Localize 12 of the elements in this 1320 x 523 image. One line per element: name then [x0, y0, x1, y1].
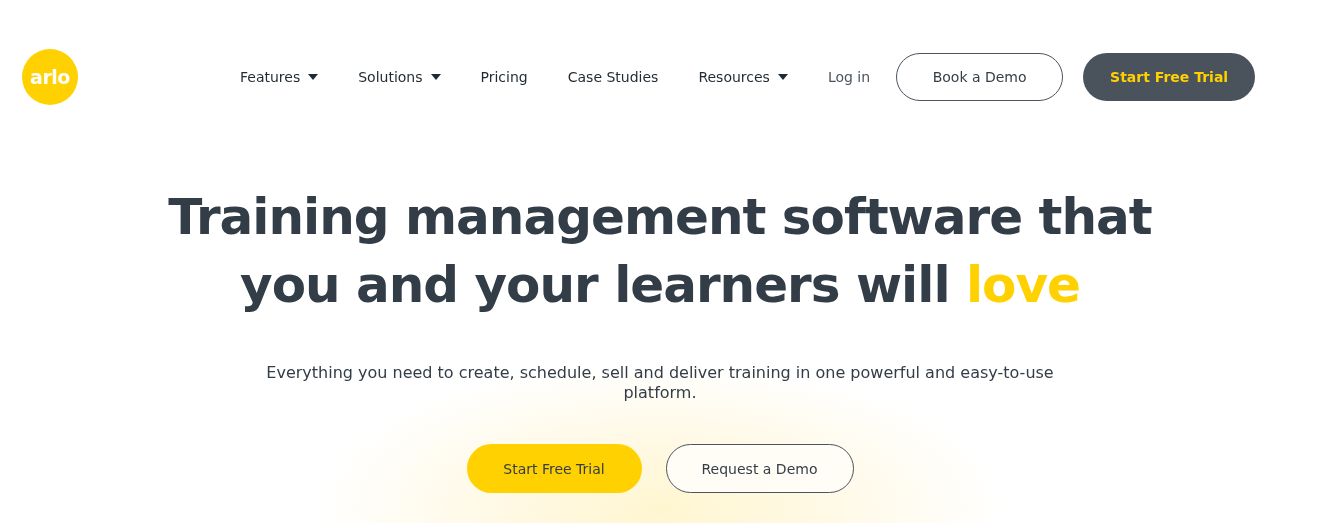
start-trial-button[interactable]: Start Free Trial: [1083, 52, 1256, 101]
login-link[interactable]: Log in: [827, 68, 871, 85]
start-trial-button[interactable]: Start Free Trial: [466, 444, 642, 493]
headline: Training management software that you and your learners will love: [167, 187, 1153, 316]
nav-link[interactable]: Features: [240, 68, 319, 85]
subtitle: Everything you need to create, schedule, sell and deliver training in one powerful and easy-to-use platform.: [265, 363, 1055, 403]
request-demo-button[interactable]: Request a Demo: [665, 444, 854, 493]
nav-link[interactable]: Resources: [698, 68, 788, 85]
nav-link[interactable]: Solutions: [358, 68, 441, 85]
book-demo-button[interactable]: Book a Demo: [896, 52, 1064, 101]
nav-link[interactable]: Pricing: [480, 68, 528, 85]
nav-link[interactable]: Case Studies: [567, 68, 659, 85]
